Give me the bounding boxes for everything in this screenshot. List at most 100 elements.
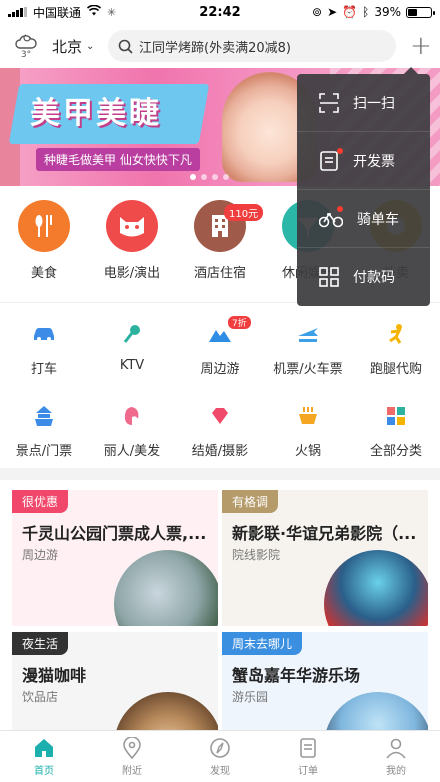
plus-button[interactable]: + bbox=[410, 33, 432, 59]
service-label: 跑腿代购 bbox=[369, 362, 422, 377]
search-placeholder: 江同学烤蹄(外卖满20减8) bbox=[139, 40, 291, 56]
service-item-1[interactable]: KTV bbox=[88, 322, 176, 377]
category-1[interactable]: 电影/演出 bbox=[88, 200, 176, 281]
menu-item-label: 付款码 bbox=[353, 270, 395, 286]
hotpot-icon bbox=[295, 404, 321, 428]
wifi-icon bbox=[86, 4, 102, 19]
search-icon bbox=[118, 39, 133, 54]
tab-label: 附近 bbox=[122, 765, 142, 777]
card-subtitle: 周边游 bbox=[22, 548, 59, 562]
temperature: 3° bbox=[20, 50, 32, 60]
bicycle-icon bbox=[319, 210, 343, 228]
battery-icon bbox=[406, 6, 435, 18]
invoice-icon bbox=[319, 150, 339, 171]
plus-dropdown-menu: 扫一扫开发票骑单车付款码 bbox=[297, 67, 430, 306]
tab-label: 我的 bbox=[386, 765, 406, 777]
tab-0[interactable]: 首页 bbox=[0, 731, 88, 782]
menu-item-invoice[interactable]: 开发票 bbox=[297, 132, 430, 190]
order-list-icon bbox=[297, 737, 319, 759]
menu-item-qr-code[interactable]: 付款码 bbox=[297, 248, 430, 306]
service-item-2[interactable]: 周边游 7折 bbox=[176, 316, 264, 377]
recommend-card[interactable]: 有格调新影联·华谊兄弟影院（... 院线影院 bbox=[222, 490, 428, 626]
tab-2[interactable]: 发现 bbox=[176, 731, 264, 782]
tab-label: 发现 bbox=[210, 765, 230, 777]
discount-badge: 110元 bbox=[224, 204, 264, 221]
weather-widget[interactable]: 3° bbox=[10, 32, 42, 60]
menu-item-label: 开发票 bbox=[353, 153, 395, 170]
orientation-lock-icon: ⊚ bbox=[312, 5, 323, 19]
card-title: 漫猫咖啡 bbox=[22, 666, 87, 685]
search-input[interactable]: 江同学烤蹄(外卖满20减8) bbox=[108, 30, 396, 62]
food-icon bbox=[18, 200, 70, 252]
menu-item-bicycle[interactable]: 骑单车 bbox=[297, 190, 430, 248]
service-label: 打车 bbox=[30, 362, 57, 377]
category-label: 美食 bbox=[30, 266, 57, 281]
tab-4[interactable]: 我的 bbox=[352, 731, 440, 782]
service-label: 火锅 bbox=[294, 444, 321, 459]
status-bar: 中国联通 ✳ 22:42 ⊚ ➤ ⏰ ᛒ 39% bbox=[0, 0, 440, 24]
plane-icon bbox=[295, 322, 321, 346]
scan-icon bbox=[319, 92, 339, 113]
grid-icon bbox=[383, 404, 409, 428]
card-subtitle: 院线影院 bbox=[232, 548, 281, 562]
card-title: 蟹岛嘉年华游乐场 bbox=[232, 666, 361, 685]
tab-label: 订单 bbox=[298, 765, 318, 777]
service-item-3[interactable]: 火锅 bbox=[264, 404, 352, 459]
service-item-1[interactable]: 丽人/美发 bbox=[88, 404, 176, 459]
card-tag: 很优惠 bbox=[12, 490, 69, 513]
top-header: 3° 北京 ⌄ 江同学烤蹄(外卖满20减8) + bbox=[0, 24, 440, 68]
woman-icon bbox=[119, 404, 145, 428]
chevron-down-icon: ⌄ bbox=[86, 40, 95, 52]
city-name: 北京 bbox=[52, 37, 83, 56]
temple-icon bbox=[31, 404, 57, 428]
service-item-3[interactable]: 机票/火车票 bbox=[264, 322, 352, 377]
battery-percent: 39% bbox=[374, 5, 401, 19]
card-tag: 有格调 bbox=[222, 490, 279, 513]
bluetooth-icon: ᛒ bbox=[362, 5, 370, 19]
card-title: 千灵山公园门票成人票,... bbox=[22, 524, 207, 543]
user-profile-icon bbox=[385, 737, 407, 759]
carousel-indicator bbox=[190, 174, 229, 180]
menu-item-scan[interactable]: 扫一扫 bbox=[297, 74, 430, 132]
service-grid-row-2: 景点/门票 丽人/美发 结婚/摄影 火锅 全部分类 bbox=[0, 404, 440, 459]
service-label: 丽人/美发 bbox=[103, 444, 161, 459]
service-label: 景点/门票 bbox=[15, 444, 73, 459]
cloud-moon-icon bbox=[15, 34, 37, 49]
qr-code-icon bbox=[319, 267, 339, 287]
cat-face-icon bbox=[106, 200, 158, 252]
card-subtitle: 游乐园 bbox=[232, 690, 269, 704]
service-item-4[interactable]: 跑腿代购 bbox=[352, 322, 440, 377]
service-item-0[interactable]: 景点/门票 bbox=[0, 404, 88, 459]
runner-icon bbox=[383, 322, 409, 346]
service-label: 全部分类 bbox=[369, 444, 422, 459]
service-item-2[interactable]: 结婚/摄影 bbox=[176, 404, 264, 459]
card-image bbox=[324, 550, 428, 626]
recommend-card[interactable]: 很优惠千灵山公园门票成人票,... 周边游 bbox=[12, 490, 218, 626]
loading-icon: ✳ bbox=[107, 5, 117, 19]
category-0[interactable]: 美食 bbox=[0, 200, 88, 281]
banner-subtitle: 种睫毛做美甲 仙女快快下凡 bbox=[36, 148, 200, 171]
compass-icon bbox=[209, 737, 231, 759]
tab-3[interactable]: 订单 bbox=[264, 731, 352, 782]
banner-title: 美甲美睫 bbox=[30, 96, 162, 131]
city-selector[interactable]: 北京 ⌄ bbox=[52, 36, 104, 57]
tab-1[interactable]: 附近 bbox=[88, 731, 176, 782]
card-tag: 夜生活 bbox=[12, 632, 69, 655]
discount-badge: 7折 bbox=[228, 316, 251, 329]
service-label: 结婚/摄影 bbox=[191, 444, 249, 459]
service-item-4[interactable]: 全部分类 bbox=[352, 404, 440, 459]
service-label: 周边游 bbox=[200, 362, 240, 377]
card-subtitle: 饮品店 bbox=[22, 690, 59, 704]
notification-dot bbox=[337, 148, 343, 154]
microphone-icon bbox=[119, 322, 145, 346]
signal-icon bbox=[8, 7, 27, 17]
carrier-name: 中国联通 bbox=[33, 5, 82, 20]
menu-item-label: 扫一扫 bbox=[353, 95, 395, 112]
card-title: 新影联·华谊兄弟影院（... bbox=[232, 524, 417, 543]
category-2[interactable]: 酒店住宿 110元 bbox=[176, 200, 264, 281]
service-item-0[interactable]: 打车 bbox=[0, 322, 88, 377]
category-label: 酒店住宿 bbox=[193, 266, 246, 281]
menu-item-label: 骑单车 bbox=[357, 211, 399, 228]
location-pin-icon bbox=[121, 736, 143, 759]
notification-dot bbox=[337, 206, 343, 212]
